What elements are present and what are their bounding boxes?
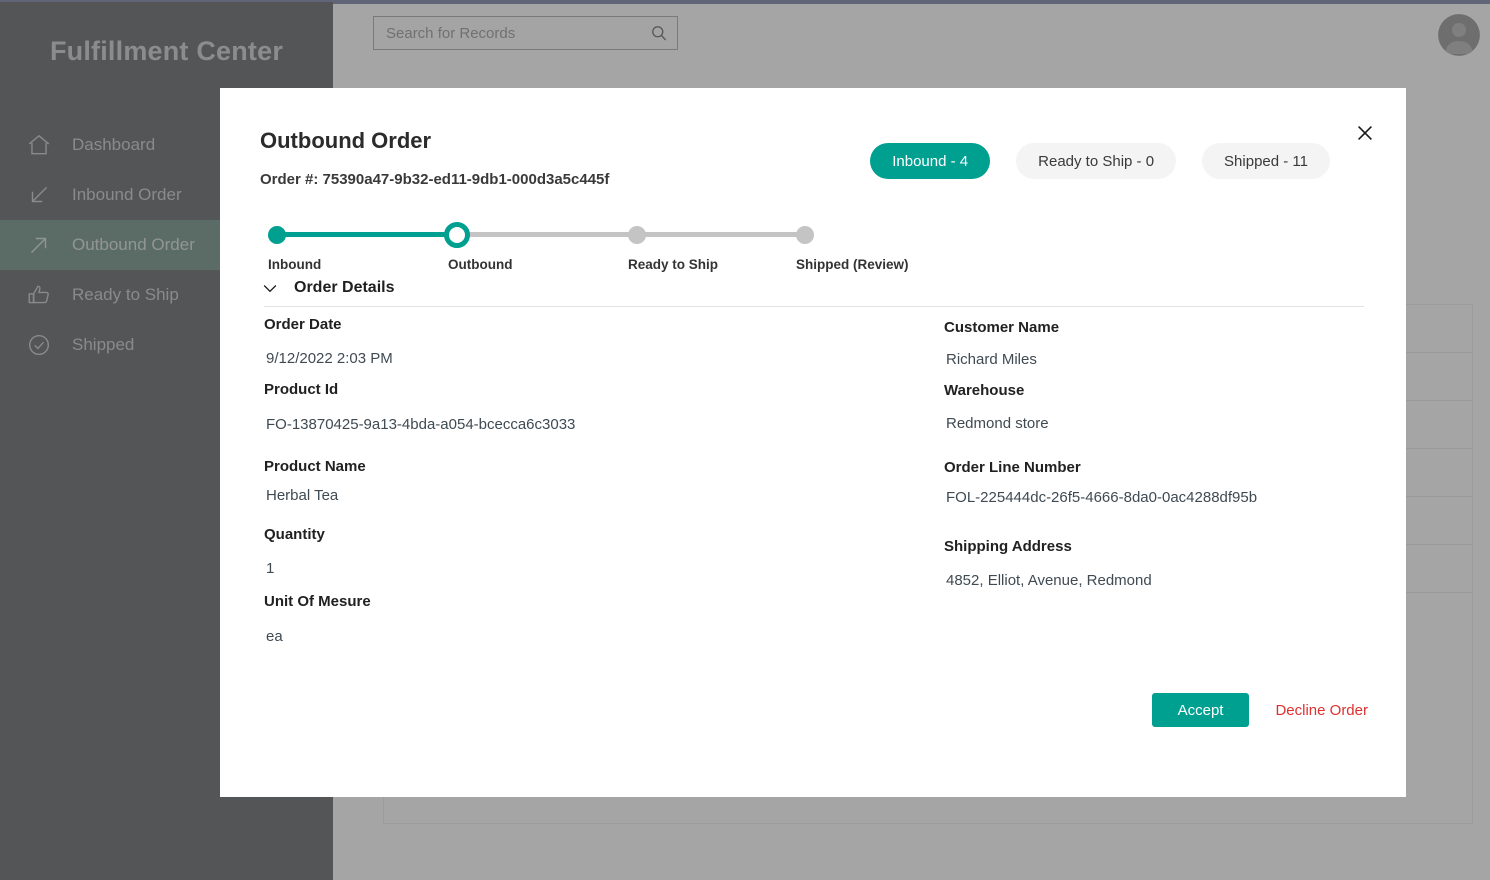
details-left-column: Order Date 9/12/2022 2:03 PM Product Id …: [264, 316, 864, 649]
stepper-step-label: Outbound: [448, 257, 513, 272]
stepper-dot: [268, 226, 286, 244]
field-label: Shipping Address: [944, 538, 1072, 555]
field-value: 9/12/2022 2:03 PM: [266, 350, 393, 367]
status-pill-shipped[interactable]: Shipped - 11: [1202, 143, 1330, 179]
field-value: Herbal Tea: [266, 487, 339, 504]
field-value: FOL-225444dc-26f5-4666-8da0-0ac4288df95b: [946, 489, 1258, 506]
status-pill-group: Inbound - 4 Ready to Ship - 0 Shipped - …: [870, 143, 1330, 179]
field-value: FO-13870425-9a13-4bda-a054-bcecca6c3033: [266, 416, 576, 433]
modal-actions: Accept Decline Order: [1151, 693, 1368, 727]
field-label: Product Id: [264, 381, 339, 398]
field-label: Order Date: [264, 316, 342, 333]
stepper-dot-active: [444, 222, 470, 248]
field-unit-of-measure: Unit Of Mesure ea: [264, 593, 864, 645]
field-order-date: Order Date 9/12/2022 2:03 PM: [264, 316, 864, 367]
field-shipping-address: Shipping Address 4852, Elliot, Avenue, R…: [944, 538, 1364, 589]
field-value: Redmond store: [946, 415, 1049, 432]
field-label: Unit Of Mesure: [264, 593, 371, 610]
decline-order-button[interactable]: Decline Order: [1275, 702, 1368, 719]
chevron-down-icon: [260, 278, 280, 298]
outbound-order-modal: Outbound Order Order #: 75390a47-9b32-ed…: [220, 88, 1406, 797]
details-right-column: Customer Name Richard Miles Warehouse Re…: [944, 316, 1364, 593]
field-customer-name: Customer Name Richard Miles: [944, 319, 1364, 368]
section-divider: [264, 306, 1364, 307]
field-value: Richard Miles: [946, 351, 1037, 368]
section-title: Order Details: [294, 279, 395, 296]
field-value: 4852, Elliot, Avenue, Redmond: [946, 572, 1152, 589]
order-progress-stepper: Inbound Outbound Ready to Ship Shipped (…: [260, 213, 1060, 273]
field-label: Product Name: [264, 458, 366, 475]
field-product-name: Product Name Herbal Tea: [264, 458, 864, 504]
field-label: Order Line Number: [944, 459, 1081, 476]
field-label: Quantity: [264, 526, 325, 543]
stepper-dot: [796, 226, 814, 244]
stepper-track-completed: [276, 232, 456, 237]
field-label: Customer Name: [944, 319, 1060, 336]
accept-button[interactable]: Accept: [1151, 693, 1250, 727]
status-pill-ready-to-ship[interactable]: Ready to Ship - 0: [1016, 143, 1177, 179]
field-warehouse: Warehouse Redmond store: [944, 382, 1364, 432]
stepper-dot: [628, 226, 646, 244]
stepper-step-label: Inbound: [268, 257, 322, 272]
field-value: 1: [266, 560, 275, 577]
field-order-line-number: Order Line Number FOL-225444dc-26f5-4666…: [944, 459, 1364, 506]
stepper-step-label: Ready to Ship: [628, 257, 719, 272]
field-label: Warehouse: [944, 382, 1025, 399]
field-value: ea: [266, 628, 283, 645]
app-root: Fulfillment Center Dashboard Inbound Ord…: [0, 0, 1490, 880]
stepper-step-label: Shipped (Review): [796, 257, 909, 272]
page-title: Outbound Order: [260, 128, 432, 153]
field-quantity: Quantity 1: [264, 526, 864, 577]
order-details-toggle[interactable]: Order Details: [260, 278, 394, 298]
close-icon[interactable]: [1352, 120, 1378, 146]
order-number: Order #: 75390a47-9b32-ed11-9db1-000d3a5…: [260, 171, 610, 188]
field-product-id: Product Id FO-13870425-9a13-4bda-a054-bc…: [264, 381, 864, 433]
status-pill-inbound[interactable]: Inbound - 4: [870, 143, 991, 179]
